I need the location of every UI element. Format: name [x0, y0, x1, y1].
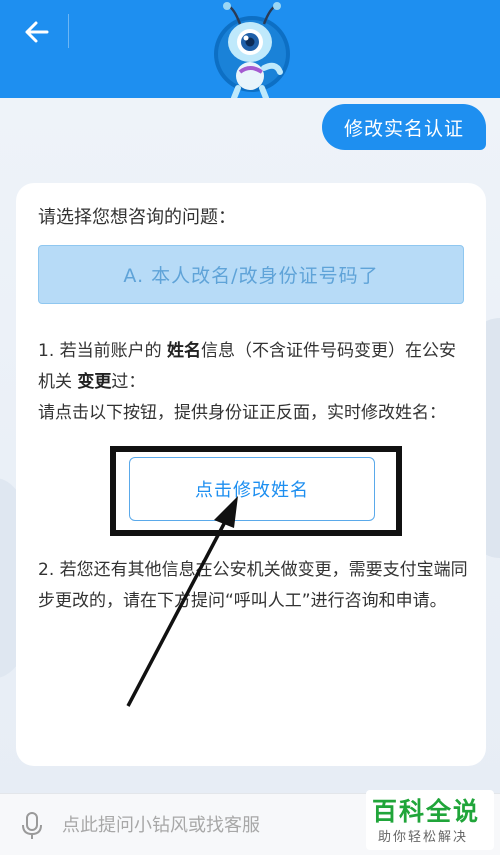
app-header — [0, 0, 500, 98]
p1-text: 1. 若当前账户的 — [38, 341, 168, 361]
bot-reply-card: 请选择您想咨询的问题： A. 本人改名/改身份证号码了 1. 若当前账户的 姓名… — [16, 183, 486, 766]
watermark-logo: 百科全说 助你轻松解决 — [366, 790, 494, 850]
back-arrow-icon — [25, 21, 49, 43]
modify-name-button[interactable]: 点击修改姓名 — [129, 457, 375, 521]
watermark-title: 百科全说 — [372, 797, 481, 826]
question-prompt: 请选择您想咨询的问题： — [38, 207, 236, 228]
p1-text: 过： — [111, 372, 146, 392]
p1-line-2: 请点击以下按钮，提供身份证正反面，实时修改姓名： — [38, 403, 446, 423]
p1-bold-name: 姓名 — [167, 341, 202, 361]
question-input[interactable] — [62, 808, 362, 842]
option-a-button[interactable]: A. 本人改名/改身份证号码了 — [38, 245, 464, 304]
header-divider — [68, 14, 69, 48]
instruction-paragraph-2: 2. 若您还有其他信息在公安机关做变更，需要支付宝端同步更改的，请在下方提问“呼… — [38, 560, 468, 611]
back-button[interactable] — [18, 14, 54, 50]
user-message-bubble: 修改实名认证 — [321, 104, 486, 150]
instruction-paragraph-1: 1. 若当前账户的 姓名信息（不含证件号码变更）在公安机关 变更过： 请点击以下… — [38, 336, 468, 429]
p1-bold-change: 变更 — [77, 372, 112, 392]
ant-mascot-avatar — [214, 2, 290, 98]
microphone-icon[interactable] — [20, 812, 44, 840]
watermark-subtitle: 助你轻松解决 — [378, 830, 469, 845]
